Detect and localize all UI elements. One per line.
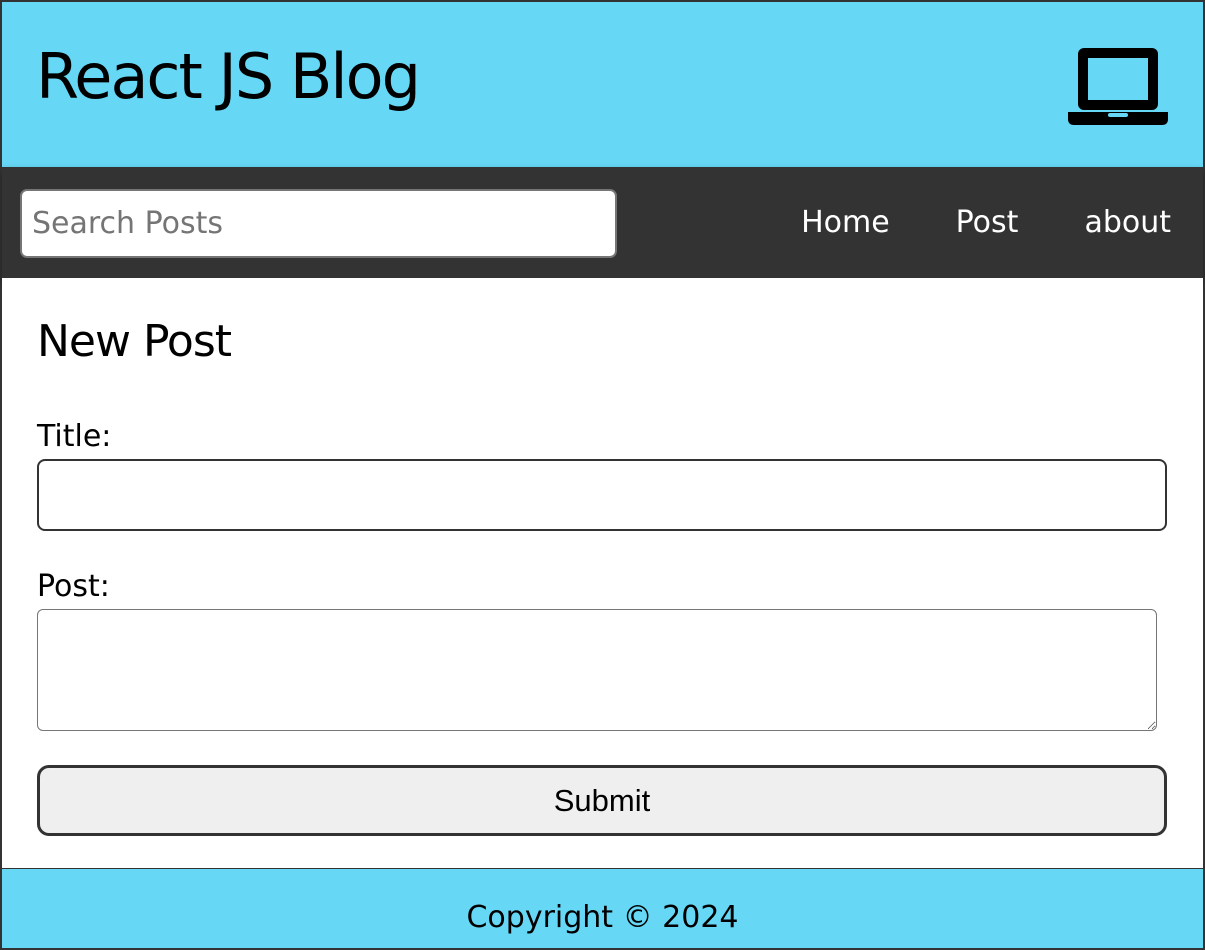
post-textarea[interactable] [37,609,1157,731]
app-window: React JS Blog Home Post about New Post T… [0,0,1205,950]
title-input[interactable] [37,459,1167,531]
nav-item-post: Post [956,205,1019,240]
nav-item-home: Home [801,205,890,240]
new-post-section: New Post Title: Post: Submit [2,278,1203,868]
nav-item-about: about [1084,205,1171,240]
copyright-text: Copyright © 2024 [466,900,739,935]
search-input[interactable] [20,189,617,258]
nav-link-about[interactable]: about [1084,205,1171,240]
submit-button[interactable]: Submit [37,765,1167,836]
nav-link-post[interactable]: Post [956,205,1019,240]
title-label: Title: [37,419,112,454]
site-header: React JS Blog [2,2,1203,167]
laptop-icon [1068,48,1168,125]
nav-links: Home Post about [801,167,1171,278]
page-title: New Post [37,316,232,367]
post-label: Post: [37,569,110,604]
nav-bar: Home Post about [2,167,1203,278]
nav-link-home[interactable]: Home [801,205,890,240]
site-title: React JS Blog [36,40,421,113]
site-footer: Copyright © 2024 [2,868,1203,948]
